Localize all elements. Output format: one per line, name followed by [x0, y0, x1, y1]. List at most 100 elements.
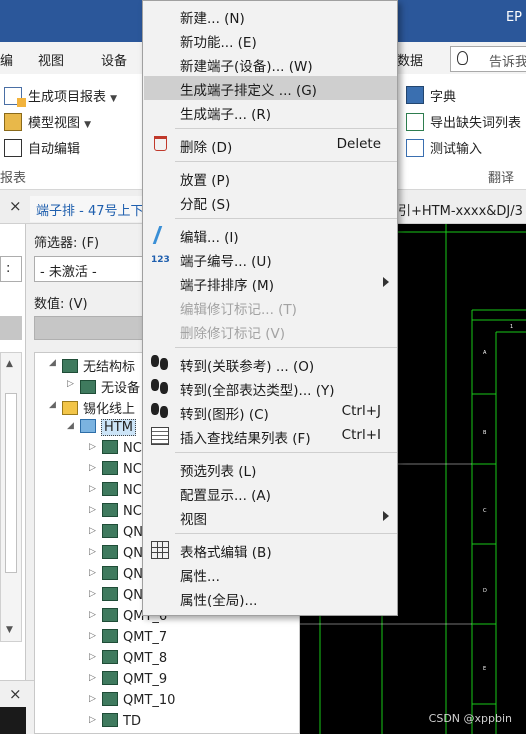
expand-toggle-icon[interactable]: ▷ [89, 463, 96, 473]
tree-node[interactable]: ▷ QN [89, 587, 143, 603]
menu-item-label: 转到(关联参考) ... (O) [180, 359, 315, 375]
menu-item[interactable]: 123 端子编号... (U) [144, 247, 397, 271]
menu-item[interactable]: 预选列表 (L) [144, 457, 397, 481]
menu-item[interactable]: 删除 (D) Delete [144, 133, 397, 157]
menu-item-label: 生成端子排定义 ... (G) [180, 83, 317, 99]
tree-node[interactable]: ▷ NC [89, 482, 142, 498]
ribbon-tab-data[interactable]: 数据 [397, 50, 423, 69]
expand-toggle-icon[interactable]: ▷ [89, 442, 96, 452]
tree-node[interactable]: ▷ QMT_8 [89, 650, 167, 666]
menu-item[interactable]: 新建... (N) [144, 4, 397, 28]
menu-item[interactable]: 属性... [144, 562, 397, 586]
model-view-button[interactable]: 模型视图 ▼ [28, 112, 91, 131]
menu-separator [175, 533, 397, 534]
terminal-strip-icon [102, 629, 118, 643]
menu-item[interactable]: 放置 (P) [144, 166, 397, 190]
expand-toggle-icon[interactable]: ▷ [89, 652, 96, 662]
tree-node[interactable]: ▷ QN [89, 545, 143, 561]
menu-item-label: 配置显示... (A) [180, 488, 271, 504]
expand-toggle-icon[interactable]: ▷ [89, 673, 96, 683]
terminal-strip-icon [102, 587, 118, 601]
filter-dropdown[interactable]: - 未激活 - [34, 256, 144, 282]
collapse-toggle-icon[interactable]: ◢ [67, 421, 74, 431]
expand-toggle-icon[interactable]: ▷ [89, 505, 96, 515]
menu-item[interactable]: 转到(关联参考) ... (O) [144, 352, 397, 376]
expand-toggle-icon[interactable]: ▷ [89, 547, 96, 557]
ribbon-tab-device[interactable]: 设备 [101, 50, 127, 69]
terminal-strip-icon [102, 650, 118, 664]
lightbulb-icon [457, 51, 468, 65]
navigator-tab-label: 端子排 - 47号上下 [36, 204, 144, 219]
close-icon[interactable]: × [9, 197, 22, 215]
menu-item[interactable]: 插入查找结果列表 (F) Ctrl+I [144, 424, 397, 448]
tree-node[interactable]: ▷ QMT_7 [89, 629, 167, 645]
expand-toggle-icon[interactable]: ▷ [89, 484, 96, 494]
scroll-thumb[interactable] [5, 393, 17, 573]
collapse-toggle-icon[interactable]: ◢ [49, 400, 56, 410]
tree-node[interactable]: ▷ QN [89, 524, 143, 540]
bottom-pane-header: × [0, 680, 34, 734]
tree-node-label: QMT_10 [123, 693, 176, 708]
menu-item[interactable]: 端子排排序 (M) [144, 271, 397, 295]
left-dropdown-stub[interactable]: : [0, 256, 22, 282]
expand-toggle-icon[interactable]: ▷ [89, 715, 96, 725]
document-tab[interactable]: 引+HTM-xxxx&DJ/3 [398, 196, 526, 222]
scroll-up-icon[interactable]: ▲ [6, 359, 13, 369]
tree-node[interactable]: ◢ 锡化线上 [49, 398, 135, 417]
menu-item[interactable]: 生成端子... (R) [144, 100, 397, 124]
collapse-toggle-icon[interactable]: ◢ [49, 358, 56, 368]
navigator-tab[interactable]: 端子排 - 47号上下 [30, 196, 150, 222]
tree-node[interactable]: ▷ NC [89, 503, 142, 519]
menu-item[interactable]: 转到(全部表达类型)... (Y) [144, 376, 397, 400]
generate-project-report-button[interactable]: 生成项目报表 ▼ [28, 86, 117, 105]
ribbon-group-label-translate: 翻译 [488, 171, 515, 186]
auto-edit-button[interactable]: 自动编辑 [28, 138, 80, 157]
tree-node[interactable]: ▷ QN [89, 566, 143, 582]
expand-toggle-icon[interactable]: ▷ [89, 589, 96, 599]
menu-item-label: 编辑... (I) [180, 230, 239, 246]
tree-node[interactable]: ▷ QMT_10 [89, 692, 176, 708]
expand-toggle-icon[interactable]: ▷ [89, 568, 96, 578]
expand-toggle-icon[interactable]: ▷ [89, 694, 96, 704]
tree-node[interactable]: ◢ HTM [67, 419, 136, 436]
close-icon[interactable]: × [9, 685, 22, 703]
expand-toggle-icon[interactable]: ▷ [89, 631, 96, 641]
tree-node[interactable]: ▷ NC [89, 461, 142, 477]
tree-node[interactable]: ▷ NC [89, 440, 142, 456]
menu-item[interactable]: 转到(图形) (C) Ctrl+J [144, 400, 397, 424]
tree-node[interactable]: ▷ TD [89, 713, 141, 729]
expand-toggle-icon[interactable]: ▷ [67, 379, 74, 389]
menu-item[interactable]: 表格式编辑 (B) [144, 538, 397, 562]
tree-node-label: NC [123, 462, 142, 477]
terminal-strip-icon [102, 524, 118, 538]
menu-item[interactable]: 新功能... (E) [144, 28, 397, 52]
vertical-scrollbar[interactable]: ▲ ▼ [0, 352, 22, 642]
expand-toggle-icon[interactable]: ▷ [89, 526, 96, 536]
menu-item[interactable]: 新建端子(设备)... (W) [144, 52, 397, 76]
ribbon-tab-view[interactable]: 视图 [38, 50, 64, 69]
menu-item[interactable]: 配置显示... (A) [144, 481, 397, 505]
expand-toggle-icon[interactable]: ▷ [89, 610, 96, 620]
menu-item[interactable]: 分配 (S) [144, 190, 397, 214]
menu-separator [175, 128, 397, 129]
chevron-down-icon: ▼ [110, 94, 118, 104]
dictionary-button[interactable]: 字典 [430, 86, 456, 105]
model-cube-icon [4, 113, 22, 131]
tree-node[interactable]: ◢ 无结构标 [49, 356, 135, 375]
menu-item[interactable]: 编辑... (I) [144, 223, 397, 247]
tree-node[interactable]: ▷ QMT_9 [89, 671, 167, 687]
menu-item[interactable]: 视图 [144, 505, 397, 529]
tree-node[interactable]: ▷ 无设备 [67, 377, 140, 396]
menu-item-label: 属性(全局)... [180, 593, 258, 609]
document-tab-label: 引+HTM-xxxx&DJ/3 [398, 204, 523, 219]
menu-item-label: 视图 [180, 512, 207, 528]
test-input-button[interactable]: 测试输入 [430, 138, 482, 157]
ribbon-tab-edit[interactable]: 编 [0, 50, 13, 69]
menu-item[interactable]: 属性(全局)... [144, 586, 397, 610]
scroll-down-icon[interactable]: ▼ [6, 625, 13, 635]
export-missing-words-button[interactable]: 导出缺失词列表 [430, 112, 521, 131]
menu-item[interactable]: 生成端子排定义 ... (G) [144, 76, 397, 100]
tell-me-search[interactable]: 告诉我 [450, 46, 526, 72]
menu-item-label: 转到(图形) (C) [180, 407, 269, 423]
tree-node-label: NC [123, 483, 142, 498]
